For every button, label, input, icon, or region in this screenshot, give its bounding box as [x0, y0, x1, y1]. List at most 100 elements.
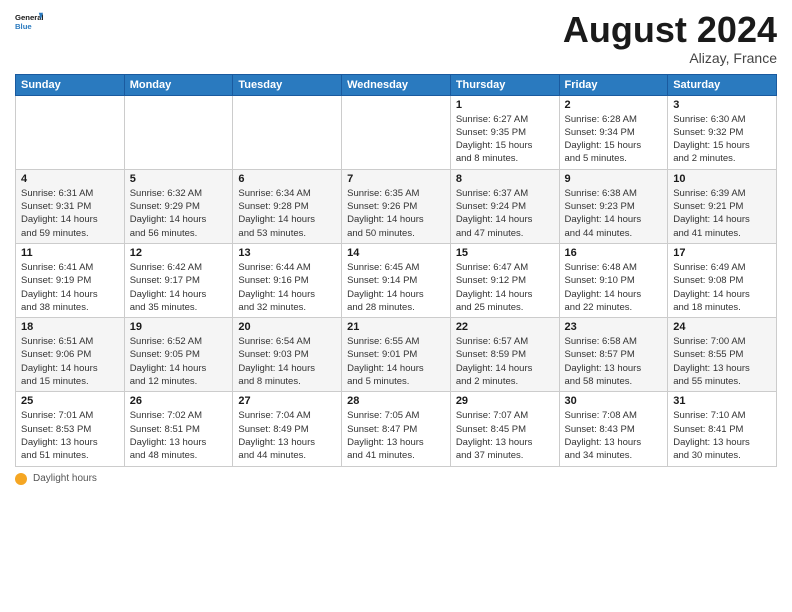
day-number: 10	[673, 173, 771, 185]
week-row-3: 11 Sunrise: 6:41 AM Sunset: 9:19 PM Dayli…	[16, 243, 777, 317]
day-info: Sunrise: 7:05 AM Sunset: 8:47 PM Dayligh…	[347, 409, 445, 462]
day-number: 19	[130, 321, 228, 333]
title-block: August 2024 Alizay, France	[563, 10, 777, 66]
week-row-1: 1 Sunrise: 6:27 AM Sunset: 9:35 PM Daylig…	[16, 95, 777, 169]
location: Alizay, France	[563, 50, 777, 66]
dow-header-thursday: Thursday	[450, 74, 559, 95]
calendar-table: SundayMondayTuesdayWednesdayThursdayFrid…	[15, 74, 777, 467]
day-number: 20	[238, 321, 336, 333]
day-cell: 5 Sunrise: 6:32 AM Sunset: 9:29 PM Daylig…	[124, 169, 233, 243]
dow-header-wednesday: Wednesday	[342, 74, 451, 95]
day-cell	[233, 95, 342, 169]
day-cell: 12 Sunrise: 6:42 AM Sunset: 9:17 PM Dayli…	[124, 243, 233, 317]
day-number: 15	[456, 247, 554, 259]
day-cell	[124, 95, 233, 169]
day-cell	[342, 95, 451, 169]
day-number: 24	[673, 321, 771, 333]
day-number: 11	[21, 247, 119, 259]
day-cell: 22 Sunrise: 6:57 AM Sunset: 8:59 PM Dayli…	[450, 318, 559, 392]
day-cell: 15 Sunrise: 6:47 AM Sunset: 9:12 PM Dayli…	[450, 243, 559, 317]
footer: Daylight hours	[15, 473, 777, 485]
day-number: 5	[130, 173, 228, 185]
sun-icon	[15, 473, 27, 485]
day-number: 1	[456, 99, 554, 111]
day-number: 12	[130, 247, 228, 259]
header: General Blue August 2024 Alizay, France	[15, 10, 777, 66]
svg-text:General: General	[15, 13, 43, 22]
day-number: 7	[347, 173, 445, 185]
day-cell: 30Sunrise: 7:08 AM Sunset: 8:43 PM Dayli…	[559, 392, 668, 466]
day-info: Sunrise: 6:38 AM Sunset: 9:23 PM Dayligh…	[565, 187, 663, 240]
logo-icon: General Blue	[15, 10, 43, 38]
day-cell: 24Sunrise: 7:00 AM Sunset: 8:55 PM Dayli…	[668, 318, 777, 392]
day-number: 6	[238, 173, 336, 185]
day-cell: 29Sunrise: 7:07 AM Sunset: 8:45 PM Dayli…	[450, 392, 559, 466]
day-cell: 21 Sunrise: 6:55 AM Sunset: 9:01 PM Dayli…	[342, 318, 451, 392]
day-cell: 26 Sunrise: 7:02 AM Sunset: 8:51 PM Dayli…	[124, 392, 233, 466]
day-number: 21	[347, 321, 445, 333]
day-number: 18	[21, 321, 119, 333]
day-info: Sunrise: 6:34 AM Sunset: 9:28 PM Dayligh…	[238, 187, 336, 240]
day-info: Sunrise: 6:28 AM Sunset: 9:34 PM Dayligh…	[565, 113, 663, 166]
day-cell: 28 Sunrise: 7:05 AM Sunset: 8:47 PM Dayli…	[342, 392, 451, 466]
week-row-5: 25Sunrise: 7:01 AM Sunset: 8:53 PM Dayli…	[16, 392, 777, 466]
dow-header-friday: Friday	[559, 74, 668, 95]
day-number: 16	[565, 247, 663, 259]
day-number: 23	[565, 321, 663, 333]
day-number: 27	[238, 395, 336, 407]
day-info: Sunrise: 6:49 AM Sunset: 9:08 PM Dayligh…	[673, 261, 771, 314]
day-of-week-row: SundayMondayTuesdayWednesdayThursdayFrid…	[16, 74, 777, 95]
day-number: 28	[347, 395, 445, 407]
day-number: 26	[130, 395, 228, 407]
day-cell: 16 Sunrise: 6:48 AM Sunset: 9:10 PM Dayli…	[559, 243, 668, 317]
day-cell	[16, 95, 125, 169]
day-info: Sunrise: 6:27 AM Sunset: 9:35 PM Dayligh…	[456, 113, 554, 166]
day-info: Sunrise: 6:48 AM Sunset: 9:10 PM Dayligh…	[565, 261, 663, 314]
day-number: 14	[347, 247, 445, 259]
day-info: Sunrise: 7:01 AM Sunset: 8:53 PM Dayligh…	[21, 409, 119, 462]
footer-label: Daylight hours	[33, 473, 97, 484]
week-row-2: 4Sunrise: 6:31 AM Sunset: 9:31 PM Daylig…	[16, 169, 777, 243]
day-info: Sunrise: 6:44 AM Sunset: 9:16 PM Dayligh…	[238, 261, 336, 314]
day-info: Sunrise: 6:57 AM Sunset: 8:59 PM Dayligh…	[456, 335, 554, 388]
day-cell: 20 Sunrise: 6:54 AM Sunset: 9:03 PM Dayli…	[233, 318, 342, 392]
day-info: Sunrise: 7:02 AM Sunset: 8:51 PM Dayligh…	[130, 409, 228, 462]
dow-header-sunday: Sunday	[16, 74, 125, 95]
day-cell: 8Sunrise: 6:37 AM Sunset: 9:24 PM Daylig…	[450, 169, 559, 243]
week-row-4: 18Sunrise: 6:51 AM Sunset: 9:06 PM Dayli…	[16, 318, 777, 392]
day-number: 8	[456, 173, 554, 185]
day-info: Sunrise: 6:45 AM Sunset: 9:14 PM Dayligh…	[347, 261, 445, 314]
day-cell: 17Sunrise: 6:49 AM Sunset: 9:08 PM Dayli…	[668, 243, 777, 317]
day-number: 31	[673, 395, 771, 407]
day-cell: 14 Sunrise: 6:45 AM Sunset: 9:14 PM Dayli…	[342, 243, 451, 317]
day-number: 9	[565, 173, 663, 185]
day-info: Sunrise: 6:58 AM Sunset: 8:57 PM Dayligh…	[565, 335, 663, 388]
day-number: 2	[565, 99, 663, 111]
day-cell: 4Sunrise: 6:31 AM Sunset: 9:31 PM Daylig…	[16, 169, 125, 243]
day-info: Sunrise: 6:55 AM Sunset: 9:01 PM Dayligh…	[347, 335, 445, 388]
day-cell: 23 Sunrise: 6:58 AM Sunset: 8:57 PM Dayli…	[559, 318, 668, 392]
dow-header-tuesday: Tuesday	[233, 74, 342, 95]
day-cell: 9 Sunrise: 6:38 AM Sunset: 9:23 PM Daylig…	[559, 169, 668, 243]
day-cell: 6 Sunrise: 6:34 AM Sunset: 9:28 PM Daylig…	[233, 169, 342, 243]
day-info: Sunrise: 6:41 AM Sunset: 9:19 PM Dayligh…	[21, 261, 119, 314]
day-cell: 11 Sunrise: 6:41 AM Sunset: 9:19 PM Dayli…	[16, 243, 125, 317]
day-info: Sunrise: 6:32 AM Sunset: 9:29 PM Dayligh…	[130, 187, 228, 240]
day-cell: 31 Sunrise: 7:10 AM Sunset: 8:41 PM Dayli…	[668, 392, 777, 466]
day-info: Sunrise: 6:42 AM Sunset: 9:17 PM Dayligh…	[130, 261, 228, 314]
day-info: Sunrise: 6:54 AM Sunset: 9:03 PM Dayligh…	[238, 335, 336, 388]
day-cell: 19Sunrise: 6:52 AM Sunset: 9:05 PM Dayli…	[124, 318, 233, 392]
day-info: Sunrise: 6:39 AM Sunset: 9:21 PM Dayligh…	[673, 187, 771, 240]
day-cell: 1 Sunrise: 6:27 AM Sunset: 9:35 PM Daylig…	[450, 95, 559, 169]
day-info: Sunrise: 6:47 AM Sunset: 9:12 PM Dayligh…	[456, 261, 554, 314]
day-number: 3	[673, 99, 771, 111]
day-number: 13	[238, 247, 336, 259]
day-info: Sunrise: 7:10 AM Sunset: 8:41 PM Dayligh…	[673, 409, 771, 462]
day-number: 4	[21, 173, 119, 185]
day-info: Sunrise: 7:08 AM Sunset: 8:43 PM Dayligh…	[565, 409, 663, 462]
day-cell: 25Sunrise: 7:01 AM Sunset: 8:53 PM Dayli…	[16, 392, 125, 466]
logo: General Blue	[15, 10, 43, 38]
day-cell: 13 Sunrise: 6:44 AM Sunset: 9:16 PM Dayli…	[233, 243, 342, 317]
day-cell: 2 Sunrise: 6:28 AM Sunset: 9:34 PM Daylig…	[559, 95, 668, 169]
day-number: 22	[456, 321, 554, 333]
